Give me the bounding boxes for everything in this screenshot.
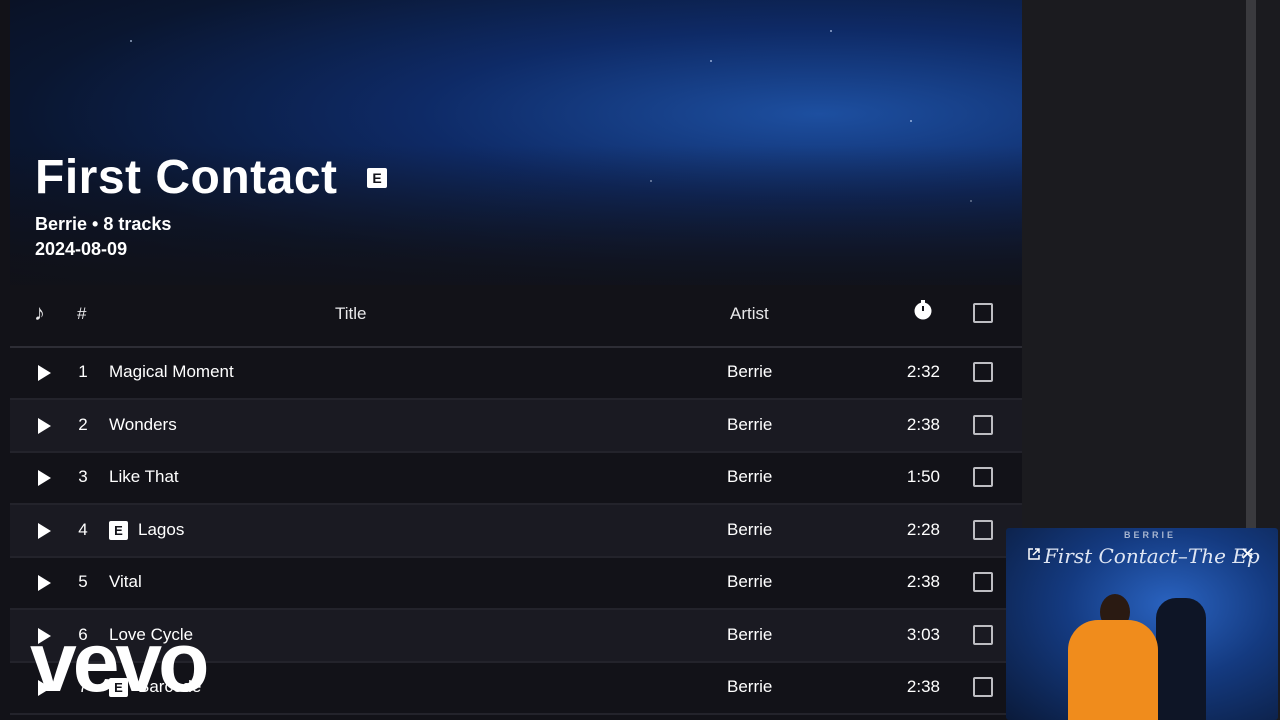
track-number: 4 xyxy=(78,519,88,539)
album-page: First Contact E Berrie • 8 tracks 2024-0… xyxy=(10,0,1022,720)
track-row[interactable]: 2 Wonders Berrie 2:38 xyxy=(10,399,1022,453)
track-row[interactable]: 4 E Lagos Berrie 2:28 xyxy=(10,504,1022,558)
track-row[interactable]: 1 Magical Moment Berrie 2:32 xyxy=(10,347,1022,400)
track-title[interactable]: Wonders xyxy=(109,415,177,435)
track-duration: 2:32 xyxy=(906,362,940,381)
mini-player-title: First Contact–The Ep xyxy=(1044,544,1260,568)
track-title[interactable]: Lagos xyxy=(138,520,184,540)
track-title[interactable]: Vital xyxy=(109,572,142,592)
duration-stopwatch-icon[interactable] xyxy=(911,298,935,327)
track-number: 2 xyxy=(78,414,88,434)
track-row[interactable]: 3 Like That Berrie 1:50 xyxy=(10,452,1022,505)
track-artist[interactable]: Berrie xyxy=(727,572,772,592)
astronaut-figure xyxy=(1156,598,1206,720)
mini-player-artist: BERRIE xyxy=(1124,530,1177,540)
track-checkbox[interactable] xyxy=(973,572,993,592)
close-icon[interactable]: ✕ xyxy=(1240,545,1255,563)
track-checkbox[interactable] xyxy=(973,519,993,540)
external-link-icon[interactable] xyxy=(1028,548,1040,560)
track-table-header: ♪ # Title Artist xyxy=(10,290,1022,348)
track-artist[interactable]: Berrie xyxy=(727,520,772,540)
artist-figure xyxy=(1068,620,1158,720)
track-checkbox[interactable] xyxy=(973,467,993,487)
track-artist[interactable]: Berrie xyxy=(727,415,772,435)
vevo-watermark: vevo xyxy=(30,615,209,709)
music-note-icon: ♪ xyxy=(34,300,45,325)
explicit-badge: E xyxy=(367,168,387,188)
track-artist[interactable]: Berrie xyxy=(727,677,772,697)
album-hero-banner: First Contact E Berrie • 8 tracks 2024-0… xyxy=(10,0,1022,285)
play-icon[interactable] xyxy=(38,470,51,486)
album-release-date: 2024-08-09 xyxy=(35,239,128,259)
track-checkbox[interactable] xyxy=(973,362,993,382)
header-artist[interactable]: Artist xyxy=(730,304,769,324)
track-checkbox[interactable] xyxy=(973,414,993,435)
track-artist[interactable]: Berrie xyxy=(727,362,772,382)
track-artist[interactable]: Berrie xyxy=(727,625,772,645)
select-all-checkbox[interactable] xyxy=(973,303,993,323)
play-icon[interactable] xyxy=(38,365,51,381)
track-duration: 2:38 xyxy=(906,677,940,696)
track-number: 1 xyxy=(78,362,88,381)
explicit-badge: E xyxy=(109,520,128,540)
track-number: 5 xyxy=(78,572,88,591)
track-checkbox[interactable] xyxy=(973,677,993,697)
play-icon[interactable] xyxy=(38,575,51,591)
play-icon[interactable] xyxy=(38,522,51,539)
track-title[interactable]: Magical Moment xyxy=(109,362,234,382)
track-title[interactable]: Like That xyxy=(109,467,179,487)
track-duration: 2:28 xyxy=(906,519,940,539)
track-duration: 2:38 xyxy=(906,414,940,434)
track-duration: 3:03 xyxy=(906,624,940,644)
header-number: # xyxy=(77,304,87,323)
track-duration: 2:38 xyxy=(906,572,940,591)
track-artist[interactable]: Berrie xyxy=(727,467,772,487)
track-number: 3 xyxy=(78,467,88,486)
track-row[interactable]: 5 Vital Berrie 2:38 xyxy=(10,557,1022,610)
header-title[interactable]: Title xyxy=(335,304,367,324)
track-duration: 1:50 xyxy=(906,467,940,486)
track-checkbox[interactable] xyxy=(973,624,993,645)
album-title: First Contact xyxy=(35,151,338,204)
play-icon[interactable] xyxy=(38,417,51,434)
album-artist-track-count: Berrie • 8 tracks xyxy=(35,214,172,234)
mini-player[interactable]: BERRIE First Contact–The Ep ✕ xyxy=(1006,528,1278,720)
